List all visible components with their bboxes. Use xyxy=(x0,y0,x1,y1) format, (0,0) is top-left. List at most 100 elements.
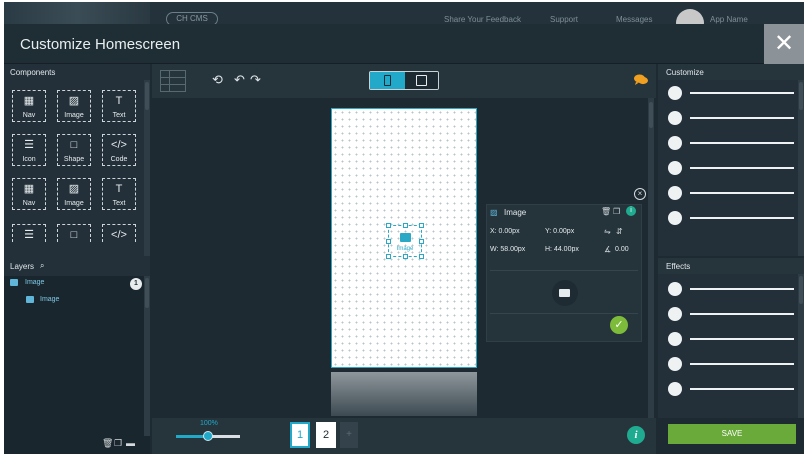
delete-layer-icon[interactable]: 🗑 xyxy=(102,438,113,449)
layer-item-child[interactable]: Image xyxy=(4,293,144,308)
customize-slider-knob[interactable] xyxy=(668,111,682,125)
customize-slider-track[interactable] xyxy=(690,217,794,219)
component-tile[interactable]: T Text xyxy=(102,90,136,122)
close-button[interactable]: ✕ xyxy=(764,24,804,64)
effects-slider-knob[interactable] xyxy=(668,357,682,371)
customize-slider-track[interactable] xyxy=(690,92,794,94)
page-1-button[interactable]: 1 xyxy=(290,422,310,448)
canvas-scrollbar[interactable] xyxy=(648,98,654,418)
effects-slider-row[interactable] xyxy=(668,357,794,371)
delete-icon[interactable]: 🗑 xyxy=(601,207,611,216)
add-page-button[interactable]: + xyxy=(340,422,358,448)
position-x-field[interactable]: X: 0.00px xyxy=(490,228,520,235)
customize-slider-row[interactable] xyxy=(668,211,794,225)
component-tile[interactable]: ▨ Image xyxy=(57,90,91,122)
layers-scroll-thumb[interactable] xyxy=(145,278,149,308)
mobile-view-button[interactable] xyxy=(370,72,405,89)
flip-horizontal-icon[interactable]: ⇋ xyxy=(604,227,611,236)
image-settings-button[interactable] xyxy=(552,280,578,306)
customize-slider-knob[interactable] xyxy=(668,161,682,175)
component-tile[interactable]: ▦ Nav xyxy=(12,178,46,210)
resize-handle[interactable] xyxy=(403,254,408,259)
effects-slider-track[interactable] xyxy=(690,363,794,365)
resize-handle[interactable] xyxy=(419,254,424,259)
layer-image-icon xyxy=(10,279,18,286)
component-tile[interactable]: ☰ Icon xyxy=(12,134,46,166)
effects-slider-row[interactable] xyxy=(668,382,794,396)
page-2-button[interactable]: 2 xyxy=(316,422,336,448)
customize-slider-row[interactable] xyxy=(668,186,794,200)
canvas-image-element[interactable]: Image xyxy=(386,223,424,259)
confirm-button[interactable]: ✓ xyxy=(610,316,628,334)
effects-slider-row[interactable] xyxy=(668,307,794,321)
effects-slider-row[interactable] xyxy=(668,282,794,296)
resize-handle[interactable] xyxy=(386,254,391,259)
duplicate-layer-icon[interactable]: ❐ xyxy=(114,438,122,449)
layout-toggle-icon[interactable] xyxy=(160,70,186,92)
component-tile[interactable]: □ Shape xyxy=(57,134,91,166)
customize-slider-row[interactable] xyxy=(668,86,794,100)
folder-icon[interactable]: ▬ xyxy=(126,438,135,448)
customize-slider-track[interactable] xyxy=(690,142,794,144)
customize-slider-track[interactable] xyxy=(690,192,794,194)
resize-handle[interactable] xyxy=(419,239,424,244)
history-icon[interactable]: ⟲ xyxy=(212,73,223,86)
width-field[interactable]: W: 58.00px xyxy=(490,246,525,253)
component-tile[interactable]: T Text xyxy=(102,178,136,210)
height-field[interactable]: H: 44.00px xyxy=(545,246,579,253)
resize-handle[interactable] xyxy=(386,223,391,228)
customize-scroll-thumb[interactable] xyxy=(799,82,803,110)
layer-item[interactable]: Image xyxy=(4,276,144,291)
customize-slider-knob[interactable] xyxy=(668,211,682,225)
customize-slider-knob[interactable] xyxy=(668,186,682,200)
effects-scrollbar[interactable] xyxy=(798,274,804,418)
effects-slider-track[interactable] xyxy=(690,338,794,340)
customize-slider-track[interactable] xyxy=(690,167,794,169)
effects-slider-track[interactable] xyxy=(690,388,794,390)
effects-slider-knob[interactable] xyxy=(668,307,682,321)
rotation-field[interactable]: 0.00 xyxy=(615,246,629,253)
component-tile[interactable]: ☰ xyxy=(12,224,46,242)
layers-search-icon[interactable]: ⌕ xyxy=(40,261,44,271)
effects-slider-knob[interactable] xyxy=(668,282,682,296)
customize-scrollbar[interactable] xyxy=(798,80,804,256)
canvas-scroll-thumb[interactable] xyxy=(649,102,653,128)
customize-slider-knob[interactable] xyxy=(668,136,682,150)
layer-item-label: Image xyxy=(40,296,60,303)
duplicate-icon[interactable]: ❐ xyxy=(613,207,620,216)
customize-slider-knob[interactable] xyxy=(668,86,682,100)
layers-panel: Layers ⌕ Image Image xyxy=(4,256,150,436)
customize-slider-row[interactable] xyxy=(668,111,794,125)
properties-close-icon[interactable]: × xyxy=(634,188,646,200)
resize-handle[interactable] xyxy=(403,223,408,228)
effects-slider-row[interactable] xyxy=(668,332,794,346)
flip-vertical-icon[interactable]: ⇵ xyxy=(616,227,623,236)
layers-scrollbar[interactable] xyxy=(144,276,150,436)
customize-slider-row[interactable] xyxy=(668,136,794,150)
effects-slider-track[interactable] xyxy=(690,313,794,315)
resize-handle[interactable] xyxy=(386,239,391,244)
tablet-view-button[interactable] xyxy=(405,72,438,89)
effects-scroll-thumb[interactable] xyxy=(799,276,803,304)
component-tile[interactable]: </> xyxy=(102,224,136,242)
component-tile[interactable]: □ xyxy=(57,224,91,242)
component-tile[interactable]: ▨ Image xyxy=(57,178,91,210)
info-icon[interactable]: i xyxy=(627,426,645,444)
zoom-slider-knob[interactable] xyxy=(203,431,213,441)
components-scrollbar[interactable] xyxy=(144,80,150,256)
position-y-field[interactable]: Y: 0.00px xyxy=(545,228,574,235)
undo-icon[interactable]: ↶ xyxy=(234,73,245,86)
effects-slider-knob[interactable] xyxy=(668,332,682,346)
customize-slider-track[interactable] xyxy=(690,117,794,119)
chat-icon[interactable] xyxy=(634,74,648,86)
effects-slider-track[interactable] xyxy=(690,288,794,290)
components-scroll-thumb[interactable] xyxy=(145,82,149,110)
redo-icon[interactable]: ↷ xyxy=(250,73,261,86)
save-button[interactable]: SAVE xyxy=(668,424,796,444)
resize-handle[interactable] xyxy=(419,223,424,228)
effects-slider-knob[interactable] xyxy=(668,382,682,396)
component-tile[interactable]: </> Code xyxy=(102,134,136,166)
customize-slider-row[interactable] xyxy=(668,161,794,175)
properties-info-icon[interactable]: i xyxy=(626,206,636,216)
component-tile[interactable]: ▦ Nav xyxy=(12,90,46,122)
